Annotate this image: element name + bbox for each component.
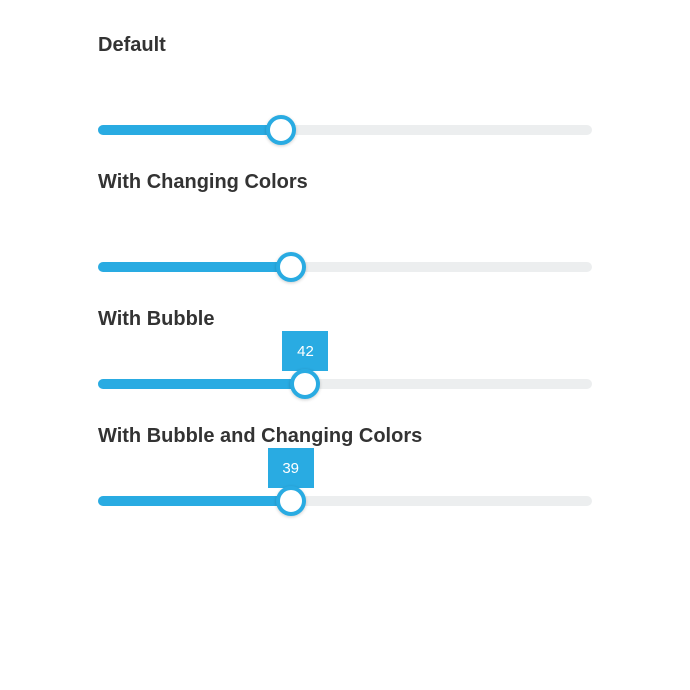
section-title-default: Default — [98, 34, 592, 57]
section-default: Default — [98, 34, 592, 147]
slider-changing-colors[interactable] — [98, 262, 592, 272]
slider-bubble-colors-thumb[interactable] — [276, 486, 306, 516]
slider-bubble-thumb[interactable] — [290, 369, 320, 399]
section-bubble-colors: With Bubble and Changing Colors 39 — [98, 425, 592, 518]
section-changing-colors: With Changing Colors — [98, 171, 592, 284]
section-title-changing-colors: With Changing Colors — [98, 171, 592, 194]
slider-bubble-tooltip: 42 — [282, 331, 328, 371]
slider-bubble-fill — [98, 379, 305, 389]
slider-bubble-colors[interactable] — [98, 496, 592, 506]
slider-default-thumb[interactable] — [266, 115, 296, 145]
slider-bubble-value: 42 — [297, 343, 314, 360]
slider-changing-colors-wrap — [98, 208, 592, 284]
section-title-bubble-colors: With Bubble and Changing Colors — [98, 425, 592, 448]
slider-bubble-colors-tooltip: 39 — [268, 448, 314, 488]
section-title-bubble: With Bubble — [98, 308, 592, 331]
slider-bubble-colors-fill — [98, 496, 291, 506]
slider-bubble[interactable] — [98, 379, 592, 389]
sliders-demo-page: Default With Changing Colors With Bubble… — [0, 0, 690, 518]
section-bubble: With Bubble 42 — [98, 308, 592, 401]
slider-default-fill — [98, 125, 281, 135]
slider-bubble-colors-value: 39 — [282, 460, 299, 477]
slider-bubble-colors-wrap: 39 — [98, 448, 592, 518]
slider-default[interactable] — [98, 125, 592, 135]
slider-changing-colors-thumb[interactable] — [276, 252, 306, 282]
slider-changing-colors-fill — [98, 262, 291, 272]
slider-bubble-wrap: 42 — [98, 331, 592, 401]
slider-default-wrap — [98, 71, 592, 147]
